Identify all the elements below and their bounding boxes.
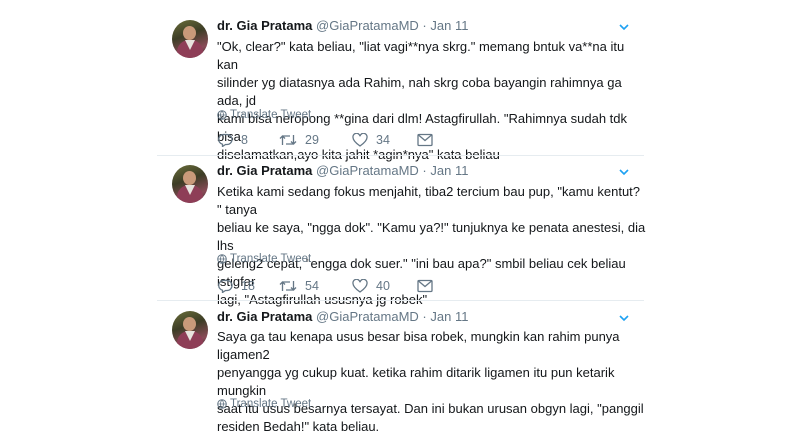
translate-label: Translate Tweet — [230, 398, 312, 410]
retweet-icon — [279, 281, 297, 291]
tweet-date[interactable]: Jan 11 — [430, 163, 468, 178]
chevron-down-icon[interactable] — [617, 311, 631, 325]
tweet-header: dr. Gia Pratama @GiaPratamaMD · Jan 11 — [217, 18, 468, 36]
direct-message-button[interactable] — [417, 131, 441, 149]
translate-label: Translate Tweet — [230, 253, 312, 265]
author-name[interactable]: dr. Gia Pratama — [217, 18, 312, 33]
tweet-text-line: Ketika kami sedang fokus menjahit, tiba2… — [217, 184, 641, 217]
tweet-actions: 18 54 40 — [217, 277, 447, 295]
author-handle[interactable]: @GiaPratamaMD — [316, 309, 419, 324]
reply-icon — [218, 133, 233, 147]
message-icon — [417, 279, 433, 293]
tweet-date[interactable]: Jan 11 — [430, 309, 468, 324]
tweet-header: dr. Gia Pratama @GiaPratamaMD · Jan 11 — [217, 309, 468, 327]
tweet-text-line: Saya ga tau kenapa usus besar bisa robek… — [217, 329, 620, 362]
reply-button[interactable]: 18 — [217, 277, 255, 295]
like-button[interactable]: 34 — [352, 131, 390, 149]
avatar[interactable] — [172, 311, 208, 349]
author-name[interactable]: dr. Gia Pratama — [217, 309, 312, 324]
translate-tweet-link[interactable]: Translate Tweet — [217, 253, 311, 267]
translate-tweet-link[interactable]: Translate Tweet — [217, 398, 311, 412]
retweet-button[interactable]: 29 — [279, 131, 319, 149]
heart-icon — [352, 133, 368, 147]
author-handle[interactable]: @GiaPratamaMD — [316, 163, 419, 178]
chevron-down-icon[interactable] — [617, 165, 631, 179]
separator-dot: · — [422, 18, 427, 33]
tweet-text-line: silinder yg diatasnya ada Rahim, nah skr… — [217, 75, 622, 108]
author-name[interactable]: dr. Gia Pratama — [217, 163, 312, 178]
tweet-text-line: beliau ke saya, "ngga dok". "Kamu ya?!" … — [217, 220, 646, 253]
heart-icon — [352, 279, 368, 293]
retweet-button[interactable]: 54 — [279, 277, 319, 295]
tweet-divider — [157, 300, 644, 301]
separator-dot: · — [422, 163, 427, 178]
tweet-text-line: penyangga yg cukup kuat. ketika rahim di… — [217, 365, 615, 398]
tweet-divider — [157, 155, 644, 156]
chevron-down-icon[interactable] — [617, 20, 631, 34]
reply-button[interactable]: 8 — [217, 131, 248, 149]
translate-tweet-link[interactable]: Translate Tweet — [217, 109, 311, 123]
direct-message-button[interactable] — [417, 277, 441, 295]
like-button[interactable]: 40 — [352, 277, 390, 295]
tweet-actions: 8 29 34 — [217, 131, 447, 149]
like-count: 40 — [376, 279, 390, 293]
globe-icon — [217, 399, 227, 409]
tweet-date[interactable]: Jan 11 — [430, 18, 468, 33]
translate-label: Translate Tweet — [230, 109, 312, 121]
tweet-text-line: residen Bedah!" kata beliau. — [217, 419, 380, 434]
separator-dot: · — [422, 309, 427, 324]
reply-count: 8 — [241, 133, 248, 147]
tweet-timeline: dr. Gia Pratama @GiaPratamaMD · Jan 11 "… — [0, 0, 800, 434]
globe-icon — [217, 110, 227, 120]
avatar[interactable] — [172, 165, 208, 203]
retweet-icon — [279, 135, 297, 145]
avatar[interactable] — [172, 20, 208, 58]
tweet-header: dr. Gia Pratama @GiaPratamaMD · Jan 11 — [217, 163, 468, 181]
retweet-count: 29 — [305, 133, 319, 147]
author-handle[interactable]: @GiaPratamaMD — [316, 18, 419, 33]
reply-count: 18 — [241, 279, 255, 293]
tweet-text-line: "Ok, clear?" kata beliau, "liat vagi**ny… — [217, 39, 625, 72]
reply-icon — [218, 279, 233, 293]
globe-icon — [217, 254, 227, 264]
like-count: 34 — [376, 133, 390, 147]
message-icon — [417, 133, 433, 147]
retweet-count: 54 — [305, 279, 319, 293]
